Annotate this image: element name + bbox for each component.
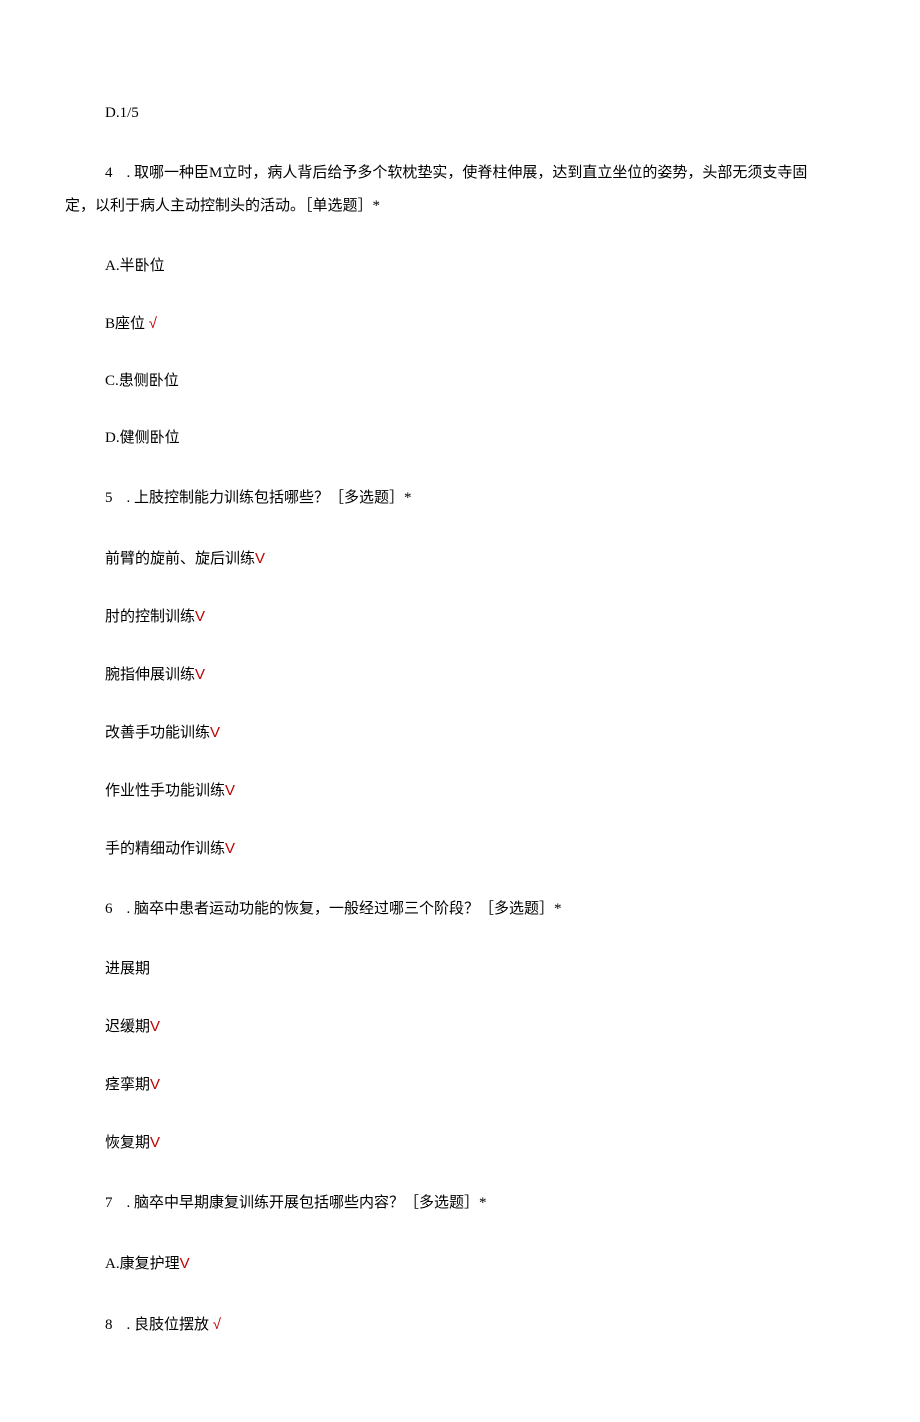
check-mark: V [225, 782, 235, 799]
q6-option-d: 恢复期V [105, 1129, 815, 1157]
question-number: 7 [105, 1187, 113, 1220]
question-text: . 上肢控制能力训练包括哪些？［多选题］* [127, 490, 412, 506]
check-mark: V [195, 666, 205, 683]
question-text: . 脑卒中早期康复训练开展包括哪些内容？［多选题］* [127, 1195, 487, 1211]
option-text: 痉挛期 [105, 1077, 150, 1093]
check-mark: V [150, 1076, 160, 1093]
q5-option-b: 肘的控制训练V [105, 603, 815, 631]
q5-question: 5 . 上肢控制能力训练包括哪些？［多选题］* [105, 482, 815, 515]
q4-option-a: A.半卧位 [105, 253, 815, 280]
question-number: 8 [105, 1309, 113, 1342]
check-mark: √ [149, 315, 157, 332]
option-text: 前臂的旋前、旋后训练 [105, 551, 255, 567]
check-mark: V [255, 550, 265, 567]
check-mark: V [195, 608, 205, 625]
option-text: 腕指伸展训练 [105, 667, 195, 683]
q5-option-d: 改善手功能训练V [105, 719, 815, 747]
option-text: B座位 [105, 316, 145, 332]
q3-option-d: D.1/5 [105, 100, 815, 127]
q8-question: 8 . 良肢位摆放 √ [105, 1308, 815, 1342]
q5-option-e: 作业性手功能训练V [105, 777, 815, 805]
check-mark: √ [213, 1316, 221, 1333]
option-text: 恢复期 [105, 1135, 150, 1151]
q4-option-c: C.患侧卧位 [105, 368, 815, 395]
check-mark: V [150, 1134, 160, 1151]
check-mark: V [180, 1255, 190, 1272]
option-text: D.1/5 [105, 105, 139, 121]
option-text: 作业性手功能训练 [105, 783, 225, 799]
q7-option-a: A.康复护理V [105, 1250, 815, 1278]
question-text: . 良肢位摆放 [127, 1317, 210, 1333]
option-text: C.患侧卧位 [105, 373, 179, 389]
q4-question: 4 . 取哪一种臣M立时，病人背后给予多个软枕垫实，使脊柱伸展，达到直立坐位的姿势… [65, 157, 815, 223]
check-mark: V [150, 1018, 160, 1035]
question-text-line2: 定，以利于病人主动控制头的活动。［单选题］* [65, 190, 815, 223]
question-number: 5 [105, 482, 113, 515]
q5-option-c: 腕指伸展训练V [105, 661, 815, 689]
option-text: D.健侧卧位 [105, 430, 180, 446]
option-text: 进展期 [105, 961, 150, 977]
q6-option-b: 迟缓期V [105, 1013, 815, 1041]
q5-option-a: 前臂的旋前、旋后训练V [105, 545, 815, 573]
check-mark: V [210, 724, 220, 741]
q6-question: 6 . 脑卒中患者运动功能的恢复，一般经过哪三个阶段？［多选题］* [105, 893, 815, 926]
check-mark: V [225, 840, 235, 857]
option-text: A.半卧位 [105, 258, 165, 274]
question-text: . 脑卒中患者运动功能的恢复，一般经过哪三个阶段？［多选题］* [127, 901, 562, 917]
question-number: 4 [105, 157, 113, 190]
q5-option-f: 手的精细动作训练V [105, 835, 815, 863]
option-text: 手的精细动作训练 [105, 841, 225, 857]
q4-option-b: B座位 √ [105, 310, 815, 338]
q4-option-d: D.健侧卧位 [105, 425, 815, 452]
option-text: 肘的控制训练 [105, 609, 195, 625]
q6-option-c: 痉挛期V [105, 1071, 815, 1099]
question-number: 6 [105, 893, 113, 926]
option-text: 改善手功能训练 [105, 725, 210, 741]
q6-option-a: 进展期 [105, 956, 815, 983]
option-text: A.康复护理 [105, 1256, 180, 1272]
q7-question: 7 . 脑卒中早期康复训练开展包括哪些内容？［多选题］* [105, 1187, 815, 1220]
option-text: 迟缓期 [105, 1019, 150, 1035]
question-text-line1: . 取哪一种臣M立时，病人背后给予多个软枕垫实，使脊柱伸展，达到直立坐位的姿势，… [127, 165, 808, 181]
